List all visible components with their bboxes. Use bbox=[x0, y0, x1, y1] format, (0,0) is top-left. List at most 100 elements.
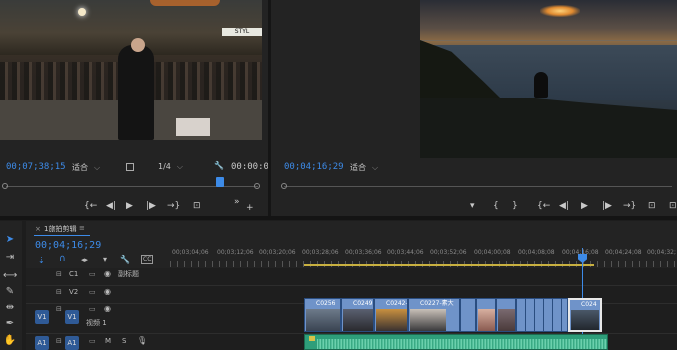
timeline-marker-icon[interactable]: ▾ bbox=[103, 255, 107, 264]
extract-icon[interactable]: ⊡ bbox=[669, 201, 677, 211]
visibility-eye-icon[interactable]: ◉ bbox=[104, 287, 111, 296]
clip-label: C024 bbox=[581, 301, 597, 308]
ruler-label: 00;04;08;08 bbox=[518, 249, 555, 256]
program-fit-dropdown[interactable]: 适合 bbox=[350, 162, 378, 173]
visibility-eye-icon[interactable]: ◉ bbox=[104, 304, 111, 313]
razor-tool-icon[interactable]: ✎ bbox=[3, 285, 17, 299]
lift-icon[interactable]: ⊡ bbox=[648, 201, 656, 211]
go-to-in-icon[interactable]: {← bbox=[84, 201, 97, 211]
step-back-icon[interactable]: ◀| bbox=[106, 201, 116, 211]
source-playhead[interactable] bbox=[216, 177, 224, 187]
more-controls-icon[interactable]: » bbox=[234, 197, 240, 207]
clip-label: C0249 bbox=[353, 300, 373, 307]
ruler-label: 00;04;00;08 bbox=[474, 249, 511, 256]
video-clip[interactable]: C0242- bbox=[374, 298, 408, 332]
clip-thumbnail bbox=[343, 309, 373, 331]
mute-button[interactable]: M bbox=[105, 337, 111, 345]
linked-selection-icon[interactable]: ∩ bbox=[59, 254, 66, 264]
program-play-button[interactable]: ▶ bbox=[581, 201, 588, 211]
lock-icon[interactable]: ⊟ bbox=[56, 337, 62, 345]
audio-fx-icon bbox=[309, 336, 315, 341]
program-video-frame bbox=[420, 0, 677, 158]
timeline-tab-menu-icon[interactable]: ≡ bbox=[79, 224, 85, 232]
ruler-label: 00;03;36;06 bbox=[345, 249, 382, 256]
audio-clip[interactable] bbox=[304, 334, 608, 350]
wrench-icon[interactable]: 🔧 bbox=[214, 161, 224, 170]
add-marker-icon[interactable]: ▾ bbox=[470, 201, 475, 211]
panel-separator[interactable] bbox=[0, 216, 677, 220]
track-id-c1: C1 bbox=[69, 270, 79, 278]
track-target-v1[interactable]: V1 bbox=[65, 310, 79, 324]
mark-out-icon[interactable]: } bbox=[512, 201, 518, 211]
slip-tool-icon[interactable]: ⇹ bbox=[3, 301, 17, 315]
program-go-to-in-icon[interactable]: {← bbox=[537, 201, 550, 211]
video-clip[interactable]: C0227-素大 bbox=[408, 298, 460, 332]
track-select-tool-icon[interactable]: ⇥ bbox=[3, 251, 17, 265]
step-forward-icon[interactable]: |▶ bbox=[146, 201, 156, 211]
source-resolution-dropdown[interactable]: 1/4 bbox=[158, 162, 183, 172]
timeline-timecode[interactable]: 00;04;16;29 bbox=[35, 240, 101, 251]
program-step-forward-icon[interactable]: |▶ bbox=[602, 201, 612, 211]
toggle-sync-icon[interactable]: ▭ bbox=[89, 337, 96, 345]
video-clip[interactable]: C0256 bbox=[304, 298, 341, 332]
visibility-eye-icon[interactable]: ◉ bbox=[104, 269, 111, 278]
insert-icon[interactable]: ⊡ bbox=[193, 201, 201, 211]
toggle-output-icon[interactable]: ▭ bbox=[89, 270, 96, 278]
timeline-tab-close-icon[interactable]: × bbox=[35, 225, 41, 233]
mark-in-icon[interactable]: { bbox=[493, 201, 499, 211]
program-step-back-icon[interactable]: ◀| bbox=[559, 201, 569, 211]
toggle-output-icon[interactable]: ▭ bbox=[89, 305, 96, 313]
pen-tool-icon[interactable]: ✒ bbox=[3, 317, 17, 331]
clip-thumbnail bbox=[498, 309, 515, 331]
source-patch-v1[interactable]: V1 bbox=[35, 310, 49, 324]
track-id-v2: V2 bbox=[69, 288, 79, 296]
source-video-frame: STYL bbox=[0, 0, 262, 140]
source-timecode[interactable]: 00;07;38;15 bbox=[6, 162, 66, 172]
source-scrub-start bbox=[2, 183, 8, 189]
video-clip-selected[interactable]: C024 bbox=[568, 298, 602, 332]
source-scrub-end bbox=[254, 183, 260, 189]
track-name-v1: 视频 1 bbox=[86, 319, 107, 327]
voiceover-mic-icon[interactable]: 🎙 bbox=[137, 336, 147, 345]
lock-icon[interactable]: ⊟ bbox=[56, 270, 62, 278]
add-button-icon[interactable]: + bbox=[246, 203, 254, 213]
video-clip[interactable] bbox=[460, 298, 476, 332]
captions-icon[interactable]: CC bbox=[141, 255, 154, 264]
snap-icon[interactable]: ⇣ bbox=[38, 256, 45, 265]
ruler-label: 00;03;20;06 bbox=[259, 249, 296, 256]
audio-waveform bbox=[317, 339, 607, 349]
clip-label: C0227-素大 bbox=[420, 300, 454, 307]
video-clip[interactable] bbox=[476, 298, 496, 332]
solo-button[interactable]: S bbox=[122, 337, 126, 345]
add-edit-icon[interactable]: ◂▸ bbox=[81, 256, 88, 264]
clip-label: C0256 bbox=[316, 300, 336, 307]
lock-icon[interactable]: ⊟ bbox=[56, 305, 62, 313]
source-fit-dropdown[interactable]: 适合 bbox=[72, 162, 100, 173]
source-patch-a1[interactable]: A1 bbox=[35, 336, 49, 350]
ruler-label: 00;03;52;06 bbox=[430, 249, 467, 256]
ruler-label: 00;03;04;06 bbox=[172, 249, 209, 256]
settings-icon[interactable] bbox=[126, 163, 134, 171]
hand-tool-icon[interactable]: ✋ bbox=[3, 334, 17, 348]
work-area-bar[interactable] bbox=[304, 264, 594, 266]
play-button[interactable]: ▶ bbox=[126, 201, 133, 211]
ruler-label: 00;03;44;06 bbox=[387, 249, 424, 256]
video-clip[interactable]: C0249 bbox=[341, 298, 374, 332]
program-scrub-start bbox=[281, 183, 287, 189]
lock-icon[interactable]: ⊟ bbox=[56, 288, 62, 296]
video-clip[interactable] bbox=[496, 298, 516, 332]
timeline-wrench-icon[interactable]: 🔧 bbox=[120, 255, 130, 264]
program-monitor: 00;04;16;29 适合 ▾ { } {← ◀| ▶ |▶ →} ⊡ ⊡ bbox=[271, 0, 677, 216]
ripple-edit-tool-icon[interactable]: ⟷ bbox=[3, 269, 17, 283]
go-to-out-icon[interactable]: →} bbox=[167, 201, 180, 211]
timeline-tab[interactable]: 1旅拍剪辑 bbox=[44, 224, 76, 234]
track-target-a1[interactable]: A1 bbox=[65, 336, 79, 350]
program-go-to-out-icon[interactable]: →} bbox=[623, 201, 636, 211]
toggle-output-icon[interactable]: ▭ bbox=[89, 288, 96, 296]
ruler-label: 00;04;16;08 bbox=[562, 249, 599, 256]
program-timecode[interactable]: 00;04;16;29 bbox=[284, 162, 344, 172]
clip-thumbnail bbox=[478, 309, 495, 331]
selection-tool-icon[interactable]: ➤ bbox=[3, 233, 17, 247]
program-scrubber[interactable] bbox=[284, 186, 672, 187]
video-clip[interactable] bbox=[516, 298, 568, 332]
